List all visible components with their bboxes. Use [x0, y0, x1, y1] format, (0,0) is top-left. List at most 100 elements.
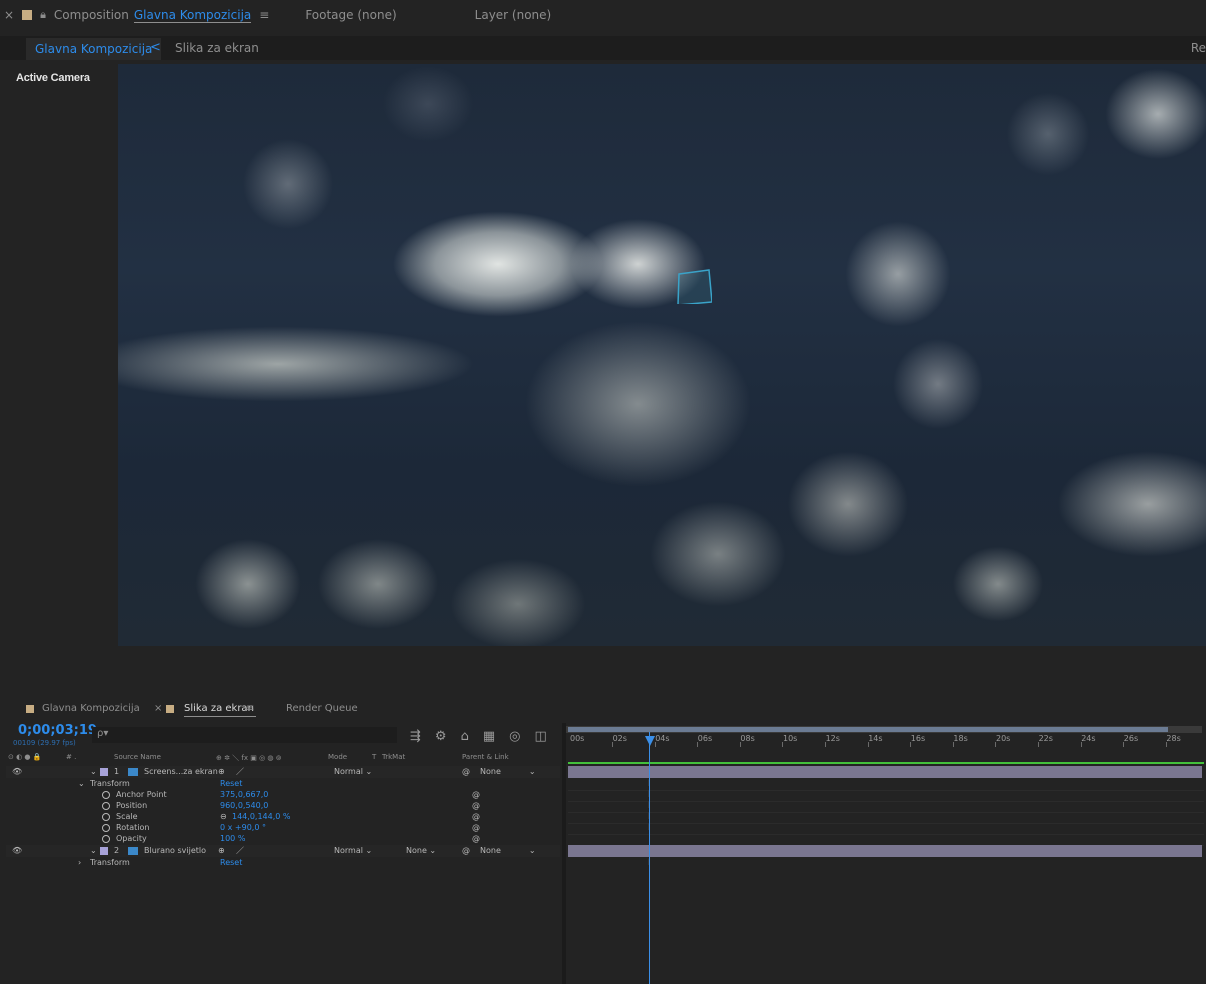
prop-name: Opacity [116, 834, 147, 843]
pickwhip-icon[interactable]: @ [462, 766, 470, 778]
layer-row-1[interactable]: 👁︎ ⌄ 1 Screens...za ekran ⊕ ／ Normal ⌄ @… [6, 766, 560, 778]
collapse-switch-icon[interactable]: ⊕ [218, 845, 225, 857]
transform-label: Transform [90, 858, 130, 867]
layer-1-duration-bar[interactable] [568, 766, 1202, 778]
transform-group-row[interactable]: › Transform Reset [6, 857, 560, 869]
transform-reset-link[interactable]: Reset [220, 857, 242, 869]
close-icon[interactable]: × [154, 703, 162, 714]
ruler-tick-label: 28s [1166, 734, 1181, 743]
stopwatch-icon[interactable] [102, 813, 110, 821]
footage-icon [128, 847, 138, 855]
quality-switch-icon[interactable]: ／ [236, 766, 244, 778]
flow-right-label: Re [1190, 41, 1206, 55]
graph-editor-icon[interactable]: ◫ [534, 729, 546, 744]
label-header: # . [66, 753, 77, 761]
ruler-tick-label: 12s [825, 734, 840, 743]
ruler-tick-label: 10s [783, 734, 798, 743]
expand-chevron-icon[interactable]: › [78, 857, 81, 869]
mode-header: Mode [328, 753, 348, 761]
panel-menu-icon[interactable]: ≡ [246, 703, 254, 714]
panel-menu-icon[interactable]: ≡ [259, 8, 269, 22]
ruler-tick-label: 00s [570, 734, 585, 743]
panel-label: Composition [53, 8, 129, 22]
parent-select[interactable]: None ⌄ [480, 845, 536, 857]
comp-header-row: × 🔒︎ Composition Glavna Kompozicija ≡ Fo… [0, 6, 551, 24]
active-tab-underline [184, 716, 256, 717]
t-header: T [372, 753, 377, 761]
layer-2-duration-bar[interactable] [568, 845, 1202, 857]
tab-slika-za-ekran[interactable]: Slika za ekran [184, 703, 254, 714]
layer-label-swatch[interactable] [100, 847, 108, 855]
layer-bounding-box[interactable] [676, 268, 712, 304]
composition-mini-flowchart-icon[interactable]: ⇶ [410, 729, 421, 744]
draft-3d-icon[interactable]: ⚙ [435, 729, 447, 744]
expand-chevron-icon[interactable]: ⌄ [90, 845, 97, 857]
stopwatch-icon[interactable] [102, 824, 110, 832]
av-switches-header: ⊙ ◐ ● 🔒 [8, 753, 42, 761]
mode-select[interactable]: Normal ⌄ [334, 845, 372, 857]
motion-blur-icon[interactable]: ◎ [509, 729, 520, 744]
ruler-tick-label: 04s [655, 734, 670, 743]
layer-label-swatch[interactable] [100, 768, 108, 776]
switches-header: ⊕ ✲ ＼ fx ▣ ◎ ◍ ⊚ [216, 754, 282, 762]
eye-icon[interactable]: 👁︎ [12, 845, 22, 857]
ruler-tick-label: 08s [740, 734, 755, 743]
comp-color-swatch [22, 10, 33, 20]
stopwatch-icon[interactable] [102, 835, 110, 843]
time-navigator-range[interactable] [568, 727, 1168, 732]
flow-tab-slika[interactable]: Slika za ekran [175, 38, 259, 58]
trkmat-select[interactable]: None ⌄ [406, 845, 436, 857]
tab-render-queue[interactable]: Render Queue [286, 703, 358, 714]
shy-layers-icon[interactable]: ⌂ [461, 729, 469, 744]
trkmat-header: TrkMat [382, 753, 406, 761]
layer-search-input[interactable]: ρ▾ [92, 727, 397, 743]
ruler-tick-label: 20s [996, 734, 1011, 743]
layer-column-headers: ⊙ ◐ ● 🔒 # . Source Name ⊕ ✲ ＼ fx ▣ ◎ ◍ ⊚… [6, 752, 560, 764]
time-ruler[interactable]: 00s 02s 04s 06s 08s 10s 12s 14s 16s 18s 20s 22s 24s 2… [566, 734, 1206, 748]
ruler-tick-label: 06s [697, 734, 713, 743]
layer-name[interactable]: Blurano svijetlo [144, 845, 206, 857]
layer-tab[interactable]: Layer (none) [475, 8, 552, 22]
frame-blending-icon[interactable]: ▦ [483, 729, 495, 744]
ruler-tick-label: 24s [1081, 734, 1096, 743]
pickwhip-icon[interactable]: @ [472, 833, 480, 845]
parent-header: Parent & Link [462, 753, 509, 761]
timeline-tabs: Glavna Kompozicija × Slika za ekran ≡ Re… [0, 698, 1206, 720]
work-area-bar[interactable] [568, 762, 1204, 764]
eye-icon[interactable]: 👁︎ [12, 766, 22, 778]
composition-image[interactable] [118, 64, 1206, 646]
ruler-tick-label: 22s [1038, 734, 1053, 743]
layer-name[interactable]: Screens...za ekran [144, 766, 218, 778]
stopwatch-icon[interactable] [102, 791, 110, 799]
collapse-switch-icon[interactable]: ⊕ [218, 766, 225, 778]
ruler-tick-label: 02s [612, 734, 627, 743]
flow-tab-glavna[interactable]: Glavna Kompozicija [26, 38, 162, 60]
ruler-tick-label: 14s [868, 734, 883, 743]
source-name-header[interactable]: Source Name [114, 753, 161, 761]
current-time-display[interactable]: 0;00;03;19 [18, 723, 97, 738]
quality-switch-icon[interactable]: ／ [236, 845, 244, 857]
current-time-indicator[interactable] [649, 732, 650, 984]
expand-chevron-icon[interactable]: ⌄ [90, 766, 97, 778]
tab-glavna-kompozicija[interactable]: Glavna Kompozicija [42, 703, 140, 714]
tab1-swatch [26, 705, 34, 713]
comp-name[interactable]: Glavna Kompozicija [133, 8, 252, 23]
ruler-tick-label: 18s [953, 734, 968, 743]
prop-row-opacity[interactable]: Opacity 100 % @ [6, 833, 560, 845]
footage-tab[interactable]: Footage (none) [305, 8, 396, 22]
pickwhip-icon[interactable]: @ [462, 845, 470, 857]
frame-rate-display: 00109 (29.97 fps) [13, 739, 76, 747]
parent-select[interactable]: None ⌄ [480, 766, 536, 778]
layer-number: 2 [114, 846, 120, 855]
current-time-indicator-head[interactable] [645, 736, 655, 746]
stopwatch-icon[interactable] [102, 802, 110, 810]
prop-value[interactable]: 100 % [220, 833, 245, 845]
lock-icon[interactable]: 🔒︎ [40, 8, 46, 22]
timeline-toolbar: ⇶ ⚙ ⌂ ▦ ◎ ◫ [410, 726, 547, 746]
footage-icon [128, 768, 138, 776]
flow-arrow-icon[interactable]: < [150, 38, 161, 58]
mode-select[interactable]: Normal ⌄ [334, 766, 372, 778]
comp-flow-bar: Glavna Kompozicija < Slika za ekran Re [0, 36, 1206, 60]
close-icon[interactable]: × [4, 8, 14, 22]
layer-row-2[interactable]: 👁︎ ⌄ 2 Blurano svijetlo ⊕ ／ Normal ⌄ Non… [6, 845, 560, 857]
